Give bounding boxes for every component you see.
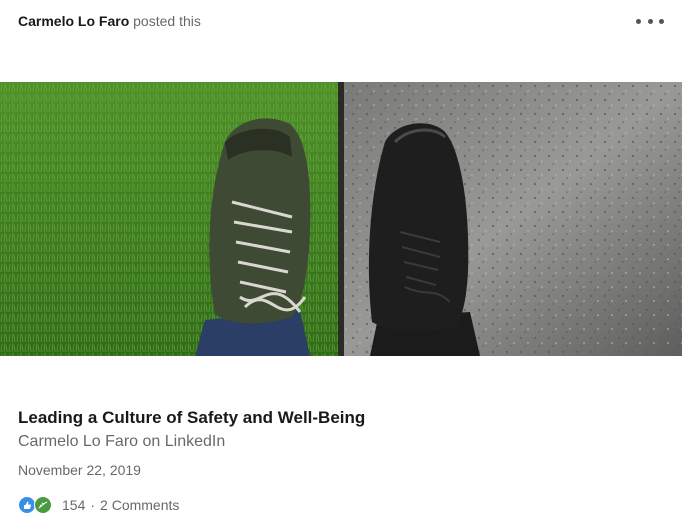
article-title[interactable]: Leading a Culture of Safety and Well-Bei… (18, 408, 365, 428)
post-action: posted this (133, 13, 201, 29)
overflow-menu-button[interactable] (636, 10, 664, 32)
comments-link[interactable]: 2 Comments (100, 497, 179, 513)
post-header: Carmelo Lo Faro posted this (18, 13, 201, 29)
article-image[interactable] (0, 82, 682, 356)
more-dot-icon (647, 18, 653, 24)
more-dot-icon (659, 18, 664, 24)
social-counts: 154 · 2 Comments (18, 496, 179, 514)
separator: · (90, 497, 96, 513)
author-name[interactable]: Carmelo Lo Faro (18, 13, 129, 29)
article-date: November 22, 2019 (18, 462, 141, 478)
reaction-count[interactable]: 154 (62, 497, 85, 513)
more-dot-icon (636, 18, 641, 24)
article-source: Carmelo Lo Faro on LinkedIn (18, 433, 226, 450)
support-icon (34, 496, 52, 514)
